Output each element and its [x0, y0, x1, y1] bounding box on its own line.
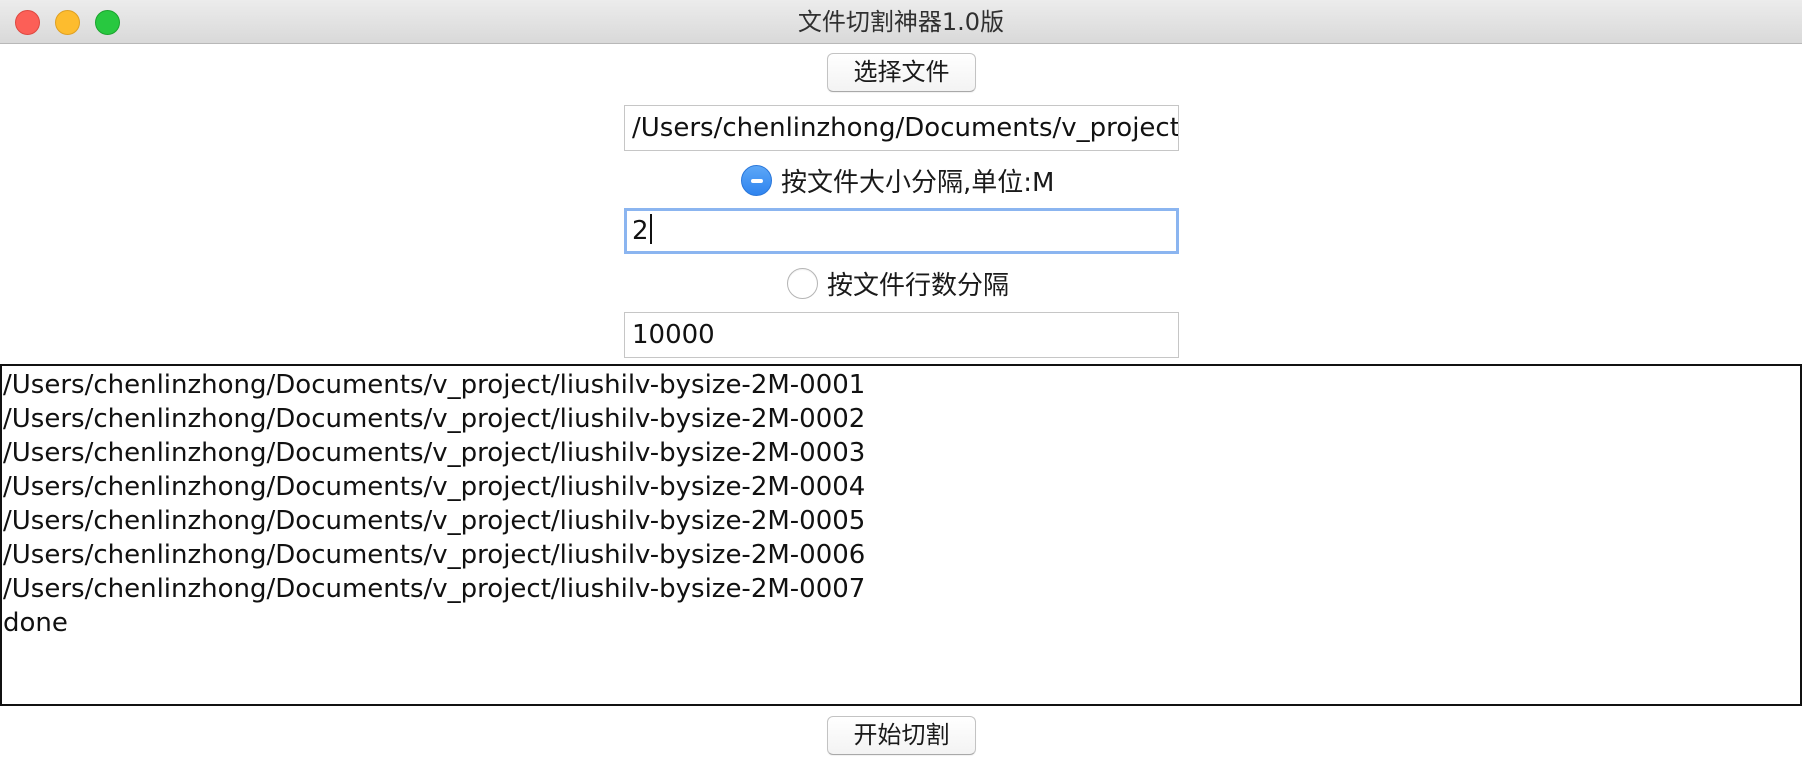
log-line: /Users/chenlinzhong/Documents/v_project/…: [3, 472, 866, 502]
radio-by-size-label: 按文件大小分隔,单位:M: [781, 167, 1055, 198]
lines-input[interactable]: 10000: [624, 312, 1179, 358]
radio-by-lines-label: 按文件行数分隔: [827, 270, 1010, 301]
log-line: /Users/chenlinzhong/Documents/v_project/…: [3, 574, 866, 604]
size-input-value: 2: [632, 216, 649, 246]
log-line: /Users/chenlinzhong/Documents/v_project/…: [3, 540, 866, 570]
file-path-field[interactable]: /Users/chenlinzhong/Documents/v_project: [624, 105, 1179, 151]
title-bar: 文件切割神器1.0版: [0, 0, 1802, 44]
radio-unselected-icon[interactable]: [787, 267, 818, 299]
choose-file-button[interactable]: 选择文件: [827, 53, 976, 92]
log-line-done: done: [3, 608, 68, 638]
radio-selected-icon[interactable]: [741, 164, 772, 196]
log-line: /Users/chenlinzhong/Documents/v_project/…: [3, 438, 866, 468]
start-split-button[interactable]: 开始切割: [827, 716, 976, 755]
log-line: /Users/chenlinzhong/Documents/v_project/…: [3, 370, 866, 400]
size-input[interactable]: 2: [624, 208, 1179, 254]
window-title: 文件切割神器1.0版: [797, 8, 1005, 36]
radio-by-size[interactable]: 按文件大小分隔,单位:M: [741, 162, 1054, 198]
log-line: /Users/chenlinzhong/Documents/v_project/…: [3, 506, 866, 536]
text-caret: [649, 214, 652, 244]
radio-by-lines[interactable]: 按文件行数分隔: [787, 265, 1009, 301]
log-line: /Users/chenlinzhong/Documents/v_project/…: [3, 404, 866, 434]
output-log[interactable]: /Users/chenlinzhong/Documents/v_project/…: [0, 364, 1802, 706]
